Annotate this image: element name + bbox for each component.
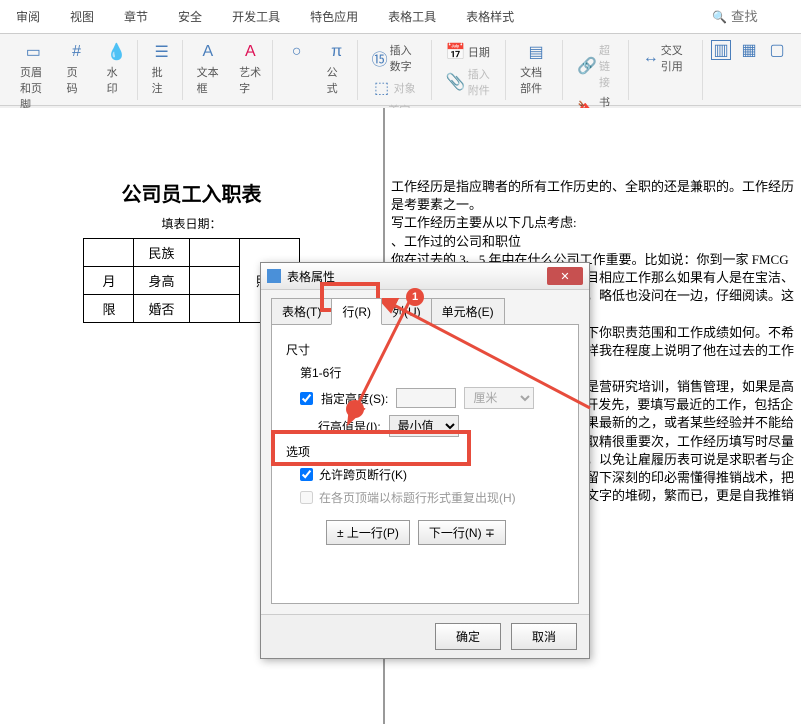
- page-number-button[interactable]: #页码: [61, 40, 93, 114]
- comment-icon: ☰: [152, 42, 172, 62]
- dialog-title: 表格属性: [287, 268, 547, 285]
- tab-table-tools[interactable]: 表格工具: [382, 4, 442, 29]
- wordart-icon: A: [240, 42, 260, 62]
- close-button[interactable]: ✕: [547, 267, 583, 285]
- number-icon: ⑮: [372, 48, 388, 68]
- tab-table-style[interactable]: 表格样式: [460, 4, 520, 29]
- doc-parts-button[interactable]: ▤文档部件: [514, 40, 558, 98]
- tab-table[interactable]: 表格(T): [271, 298, 332, 325]
- date-button[interactable]: 📅日期: [440, 40, 496, 64]
- attachment-icon: 📎: [446, 72, 466, 92]
- wps-logo-icon: [267, 269, 281, 283]
- prev-row-button[interactable]: ± 上一行(P): [326, 520, 410, 545]
- size-label: 尺寸: [286, 341, 564, 358]
- specify-height-checkbox[interactable]: [300, 392, 313, 405]
- tab-special[interactable]: 特色应用: [304, 4, 364, 29]
- search-icon: 🔍: [712, 10, 727, 24]
- tab-column[interactable]: 列(U): [381, 298, 432, 325]
- view-mode-icon-2[interactable]: ▦: [739, 40, 759, 60]
- formula-button[interactable]: π公式: [321, 40, 353, 98]
- options-label: 选项: [286, 443, 564, 460]
- tab-cell[interactable]: 单元格(E): [431, 298, 505, 325]
- dialog-titlebar[interactable]: 表格属性 ✕: [261, 263, 589, 290]
- view-mode-icon-1[interactable]: ▥: [711, 40, 731, 60]
- attachment-button: 📎插入附件: [440, 64, 501, 100]
- tab-row[interactable]: 行(R): [331, 298, 382, 325]
- shape-icon: ○: [287, 42, 307, 62]
- row-height-type-select[interactable]: 最小值: [389, 415, 459, 437]
- dialog-footer: 确定 取消: [261, 614, 589, 658]
- shape-button: ○: [281, 40, 313, 98]
- ribbon-toolbar: ▭页眉和页脚 #页码 💧水印 ☰批注 A文本框 A艺术字 ○ π公式 ⑮插入数字…: [0, 34, 801, 106]
- tab-security[interactable]: 安全: [172, 4, 208, 29]
- view-mode-icon-3[interactable]: ▢: [767, 40, 787, 60]
- row-height-is-label: 行高值是(I):: [318, 418, 381, 435]
- insert-number-button[interactable]: ⑮插入数字: [366, 40, 427, 76]
- date-icon: 📅: [446, 42, 466, 62]
- ok-button[interactable]: 确定: [435, 623, 501, 650]
- cancel-button[interactable]: 取消: [511, 623, 577, 650]
- row-range-label: 第1-6行: [300, 364, 564, 381]
- object-icon: ⬚: [372, 78, 392, 98]
- tab-view[interactable]: 视图: [64, 4, 100, 29]
- textbox-button[interactable]: A文本框: [191, 40, 225, 98]
- cross-ref-icon: ↔: [643, 48, 659, 68]
- table-properties-dialog: 表格属性 ✕ 表格(T) 行(R) 列(U) 单元格(E) 尺寸 第1-6行 指…: [260, 262, 590, 659]
- search-input[interactable]: [731, 9, 791, 24]
- header-footer-button[interactable]: ▭页眉和页脚: [14, 40, 53, 114]
- page-number-icon: #: [67, 42, 87, 62]
- allow-break-label: 允许跨页断行(K): [319, 466, 407, 483]
- doc-parts-icon: ▤: [526, 42, 546, 62]
- doc-subtitle: 填表日期：: [0, 215, 383, 232]
- ribbon-tabs: 审阅 视图 章节 安全 开发工具 特色应用 表格工具 表格样式 🔍: [0, 0, 801, 34]
- repeat-header-checkbox: [300, 491, 313, 504]
- doc-title: 公司员工入职表: [0, 178, 383, 207]
- wordart-button[interactable]: A艺术字: [233, 40, 267, 98]
- next-row-button[interactable]: 下一行(N) ∓: [418, 520, 506, 545]
- tab-review[interactable]: 审阅: [10, 4, 46, 29]
- height-unit-select: 厘米: [464, 387, 534, 409]
- batch-comment-button[interactable]: ☰批注: [146, 40, 178, 98]
- watermark-icon: 💧: [107, 42, 127, 62]
- specify-height-label: 指定高度(S):: [321, 390, 388, 407]
- tab-devtools[interactable]: 开发工具: [226, 4, 286, 29]
- pi-icon: π: [327, 42, 347, 62]
- header-footer-icon: ▭: [23, 42, 43, 62]
- height-input: [396, 388, 456, 408]
- dialog-tabs: 表格(T) 行(R) 列(U) 单元格(E): [261, 290, 589, 325]
- allow-break-checkbox[interactable]: [300, 468, 313, 481]
- tab-chapter[interactable]: 章节: [118, 4, 154, 29]
- search-box[interactable]: 🔍: [712, 4, 791, 29]
- dialog-body: 尺寸 第1-6行 指定高度(S): 厘米 行高值是(I): 最小值 选项 允许跨…: [271, 324, 579, 604]
- hyperlink-button: 🔗超链接: [571, 40, 624, 92]
- link-icon: 🔗: [577, 56, 597, 76]
- repeat-header-label: 在各页顶端以标题行形式重复出现(H): [319, 489, 516, 506]
- cross-ref-button[interactable]: ↔交叉引用: [637, 40, 698, 76]
- object-button: ⬚对象: [366, 76, 422, 100]
- watermark-button[interactable]: 💧水印: [101, 40, 133, 114]
- textbox-icon: A: [198, 42, 218, 62]
